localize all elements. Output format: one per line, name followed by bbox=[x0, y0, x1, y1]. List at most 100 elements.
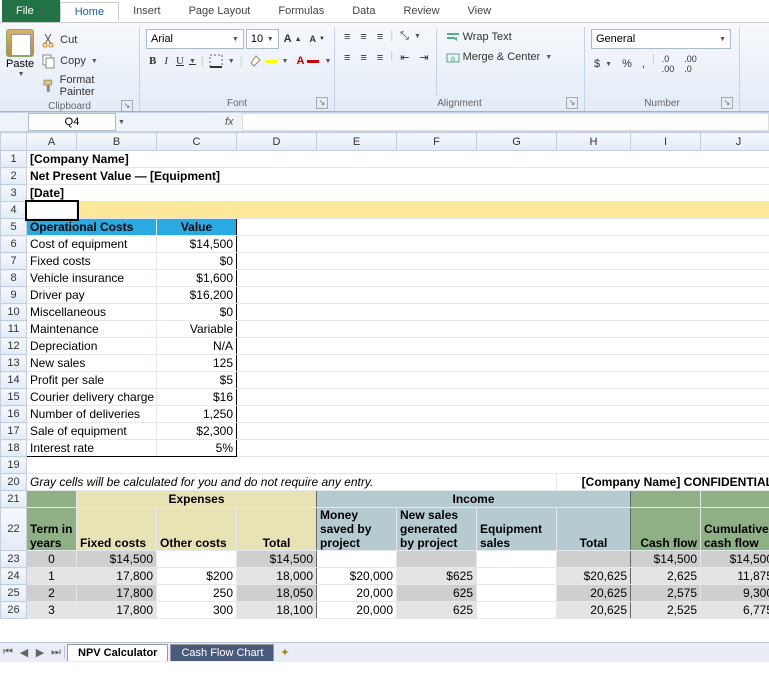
tab-formulas[interactable]: Formulas bbox=[264, 2, 338, 20]
cell[interactable]: $14,500 bbox=[631, 551, 701, 568]
cell[interactable]: Cumulative cash flow bbox=[701, 508, 769, 551]
cell[interactable] bbox=[237, 423, 769, 440]
row-header[interactable]: 25 bbox=[1, 585, 27, 602]
cell[interactable] bbox=[237, 236, 769, 253]
cell[interactable]: N/A bbox=[157, 338, 237, 355]
cell[interactable]: Variable bbox=[157, 321, 237, 338]
align-bottom-button[interactable]: ≡ bbox=[374, 29, 386, 44]
fill-color-button[interactable]: ▼ bbox=[245, 53, 292, 69]
row-header[interactable]: 10 bbox=[1, 304, 27, 321]
cell[interactable]: Vehicle insurance bbox=[27, 270, 157, 287]
number-format-select[interactable]: General▼ bbox=[591, 29, 731, 49]
cell[interactable]: 625 bbox=[397, 585, 477, 602]
cell[interactable]: Other costs bbox=[157, 508, 237, 551]
cell[interactable]: Money saved by project bbox=[317, 508, 397, 551]
cell[interactable] bbox=[397, 551, 477, 568]
cell[interactable]: $200 bbox=[157, 568, 237, 585]
cell[interactable]: 18,000 bbox=[237, 568, 317, 585]
underline-button[interactable]: U▼ bbox=[173, 54, 199, 68]
cell[interactable]: 18,050 bbox=[237, 585, 317, 602]
row-header[interactable]: 12 bbox=[1, 338, 27, 355]
percent-button[interactable]: % bbox=[619, 53, 635, 75]
cell[interactable]: 1 bbox=[27, 568, 77, 585]
wrap-text-button[interactable]: Wrap Text bbox=[443, 29, 556, 45]
cell[interactable]: Term in years bbox=[27, 508, 77, 551]
font-color-button[interactable]: A▼ bbox=[294, 54, 335, 68]
cell[interactable]: Cost of equipment bbox=[27, 236, 157, 253]
cell[interactable]: 20,625 bbox=[557, 585, 631, 602]
cell[interactable]: 0 bbox=[27, 551, 77, 568]
cell[interactable]: Sale of equipment bbox=[27, 423, 157, 440]
cell[interactable] bbox=[237, 304, 769, 321]
cell[interactable]: 2,625 bbox=[631, 568, 701, 585]
sheet-nav-prev[interactable]: ◀ bbox=[16, 646, 32, 659]
cell[interactable]: 5% bbox=[157, 440, 237, 457]
border-button[interactable]: ▼ bbox=[206, 53, 238, 69]
row-header[interactable]: 9 bbox=[1, 287, 27, 304]
cell[interactable] bbox=[477, 585, 557, 602]
cut-button[interactable]: Cut bbox=[38, 31, 133, 49]
name-box[interactable]: Q4 bbox=[28, 113, 116, 131]
row-header[interactable]: 15 bbox=[1, 389, 27, 406]
align-left-button[interactable]: ≡ bbox=[341, 50, 353, 65]
cell[interactable]: [Company Name] bbox=[27, 151, 769, 168]
sheet-nav-first[interactable]: ⏮ bbox=[0, 646, 16, 659]
grow-font-button[interactable]: A▲ bbox=[281, 29, 305, 49]
cell[interactable]: Courier delivery charge bbox=[27, 389, 157, 406]
cell[interactable]: 6,775 bbox=[701, 602, 769, 619]
row-header[interactable]: 20 bbox=[1, 474, 27, 491]
decrease-decimal-button[interactable]: .00.0 bbox=[681, 53, 700, 75]
formula-input[interactable] bbox=[242, 113, 769, 131]
cell[interactable]: 300 bbox=[157, 602, 237, 619]
cell[interactable]: $14,500 bbox=[701, 551, 769, 568]
cell[interactable]: 2,575 bbox=[631, 585, 701, 602]
align-center-button[interactable]: ≡ bbox=[357, 50, 369, 65]
cell[interactable]: 11,875 bbox=[701, 568, 769, 585]
cell[interactable]: [Company Name] CONFIDENTIAL bbox=[557, 474, 769, 491]
cell[interactable] bbox=[237, 406, 769, 423]
cell[interactable] bbox=[237, 270, 769, 287]
cell[interactable] bbox=[77, 202, 769, 219]
sheet-nav-next[interactable]: ▶ bbox=[32, 646, 48, 659]
comma-button[interactable]: , bbox=[639, 53, 648, 75]
row-header[interactable]: 1 bbox=[1, 151, 27, 168]
cell[interactable]: 20,000 bbox=[317, 585, 397, 602]
cell[interactable]: Maintenance bbox=[27, 321, 157, 338]
row-header[interactable]: 6 bbox=[1, 236, 27, 253]
copy-button[interactable]: Copy▼ bbox=[38, 52, 133, 70]
tab-pagelayout[interactable]: Page Layout bbox=[175, 2, 265, 20]
row-header[interactable]: 3 bbox=[1, 185, 27, 202]
row-header[interactable]: 17 bbox=[1, 423, 27, 440]
cell[interactable]: 17,800 bbox=[77, 568, 157, 585]
cell[interactable]: 3 bbox=[27, 602, 77, 619]
cell[interactable]: 125 bbox=[157, 355, 237, 372]
cell[interactable]: Expenses bbox=[77, 491, 317, 508]
cell[interactable]: Driver pay bbox=[27, 287, 157, 304]
cell[interactable]: 20,625 bbox=[557, 602, 631, 619]
row-header[interactable]: 19 bbox=[1, 457, 27, 474]
active-cell[interactable] bbox=[27, 202, 77, 219]
cell[interactable]: 18,100 bbox=[237, 602, 317, 619]
row-header[interactable]: 5 bbox=[1, 219, 27, 236]
dialog-launcher-icon[interactable]: ↘ bbox=[721, 97, 733, 109]
cell[interactable]: Net Present Value — [Equipment] bbox=[27, 168, 769, 185]
font-size-select[interactable]: 10▼ bbox=[246, 29, 279, 49]
sheet-tab-cashflow[interactable]: Cash Flow Chart bbox=[170, 644, 274, 661]
merge-center-button[interactable]: aMerge & Center▼ bbox=[443, 49, 556, 65]
row-header[interactable]: 8 bbox=[1, 270, 27, 287]
increase-decimal-button[interactable]: .0.00 bbox=[659, 53, 678, 75]
italic-button[interactable]: I bbox=[161, 54, 171, 68]
cell[interactable] bbox=[631, 491, 701, 508]
sheet-tab-npv[interactable]: NPV Calculator bbox=[67, 644, 168, 661]
cell[interactable]: 17,800 bbox=[77, 602, 157, 619]
cell[interactable]: New sales bbox=[27, 355, 157, 372]
cell[interactable]: Interest rate bbox=[27, 440, 157, 457]
format-painter-button[interactable]: Format Painter bbox=[38, 73, 133, 99]
dialog-launcher-icon[interactable]: ↘ bbox=[316, 97, 328, 109]
cell[interactable] bbox=[237, 389, 769, 406]
tab-data[interactable]: Data bbox=[338, 2, 389, 20]
cell[interactable]: Fixed costs bbox=[77, 508, 157, 551]
row-header[interactable]: 26 bbox=[1, 602, 27, 619]
cell[interactable]: Cash flow bbox=[631, 508, 701, 551]
decrease-indent-button[interactable]: ⇤ bbox=[397, 50, 412, 65]
